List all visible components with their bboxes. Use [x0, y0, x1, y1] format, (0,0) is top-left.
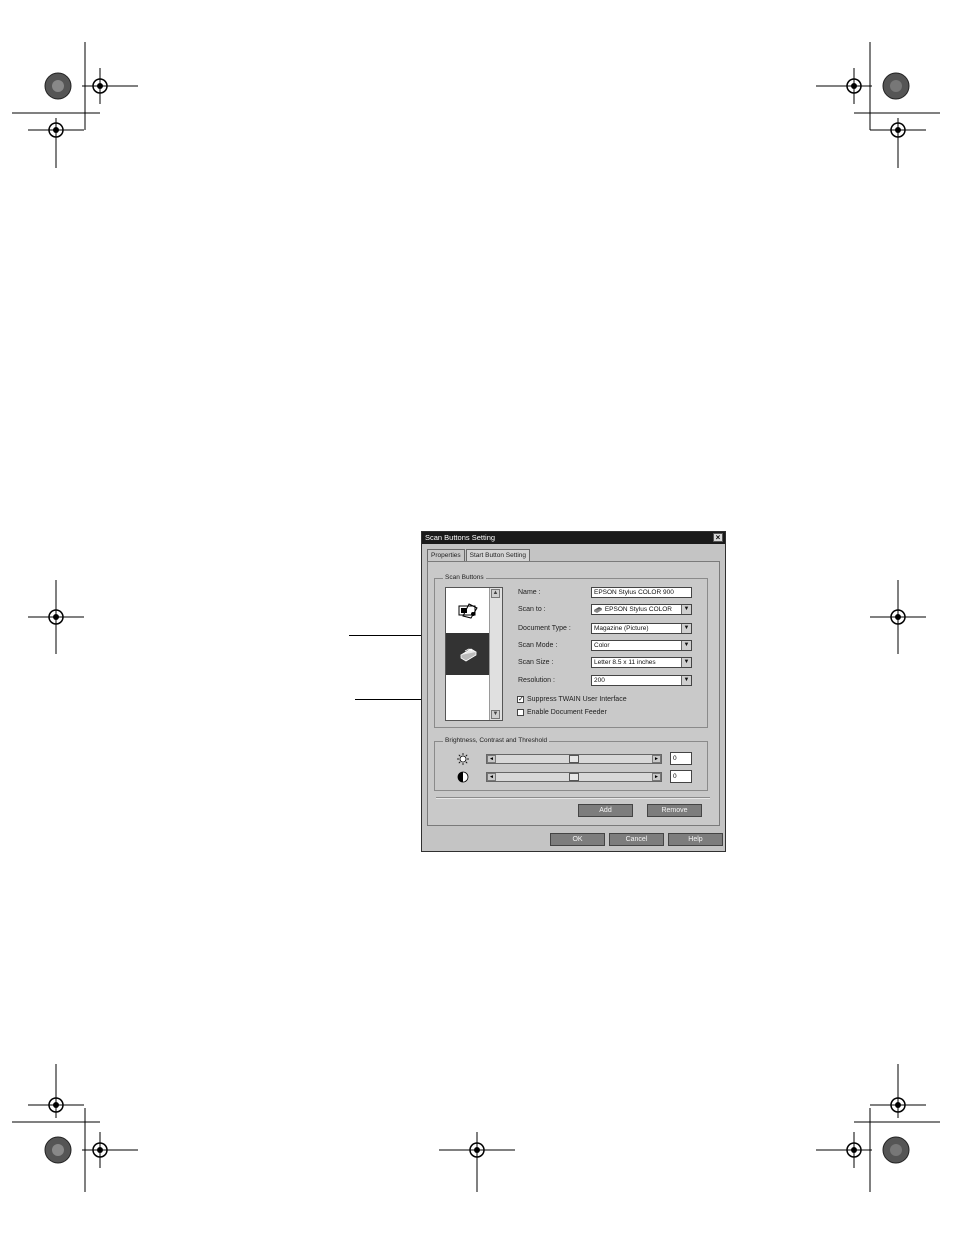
crop-mark-bottom-right: [800, 1060, 954, 1235]
chevron-down-icon[interactable]: ▼: [681, 624, 691, 633]
help-button[interactable]: Help: [668, 833, 723, 846]
brightness-contrast-group-title: Brightness, Contrast and Threshold: [443, 737, 550, 745]
tab-strip: Properties Start Button Setting: [427, 549, 531, 561]
crop-mark-top-left: [0, 0, 160, 170]
scan-to-select[interactable]: EPSON Stylus COLOR ▼: [591, 604, 692, 615]
contrast-icon: [457, 771, 469, 783]
list-scrollbar[interactable]: ▲ ▼: [489, 588, 502, 720]
tab-start-button-setting[interactable]: Start Button Setting: [465, 549, 530, 561]
list-scroll-up-button[interactable]: ▲: [491, 589, 500, 598]
close-icon: ×: [715, 533, 721, 542]
tab-properties[interactable]: Properties: [427, 549, 465, 561]
add-button[interactable]: Add: [578, 804, 633, 817]
brightness-slider[interactable]: ◄ ►: [486, 754, 662, 764]
chevron-down-icon[interactable]: ▼: [681, 605, 691, 614]
document-type-value: Magazine (Picture): [594, 625, 649, 632]
crop-mark-mid-left: [20, 578, 90, 658]
brightness-icon: [457, 753, 469, 765]
contrast-value-input[interactable]: 0: [670, 770, 692, 783]
resolution-value: 200: [594, 677, 605, 684]
scan-button-list[interactable]: ▲ ▼: [445, 587, 503, 721]
printer-icon: [460, 648, 477, 662]
enable-document-feeder-row[interactable]: Enable Document Feeder: [517, 709, 607, 716]
scan-size-select[interactable]: Letter 8.5 x 11 inches ▼: [591, 657, 692, 668]
crop-mark-bottom-center-icon: [439, 1132, 515, 1192]
list-item-scanner[interactable]: [446, 590, 490, 632]
contrast-slider[interactable]: ◄ ►: [486, 772, 662, 782]
brightness-left-arrow[interactable]: ◄: [487, 755, 496, 763]
enable-document-feeder-label: Enable Document Feeder: [527, 709, 607, 716]
scan-to-label: Scan to :: [518, 606, 546, 613]
crop-mark-mid-left-icon: [28, 580, 84, 654]
contrast-right-arrow[interactable]: ►: [652, 773, 661, 781]
suppress-twain-checkbox[interactable]: ✓: [517, 696, 524, 703]
scan-mode-value: Color: [594, 642, 610, 649]
scan-to-printer-icon: [594, 607, 602, 614]
scan-mode-select[interactable]: Color ▼: [591, 640, 692, 651]
close-button[interactable]: ×: [713, 533, 723, 542]
enable-document-feeder-checkbox[interactable]: [517, 709, 524, 716]
resolution-label: Resolution :: [518, 677, 555, 684]
scan-buttons-setting-dialog: Scan Buttons Setting × Properties Start …: [421, 531, 726, 852]
suppress-twain-checkbox-row[interactable]: ✓ Suppress TWAIN User Interface: [517, 696, 627, 703]
brightness-slider-thumb[interactable]: [569, 755, 579, 763]
crop-mark-mid-right-icon: [870, 580, 926, 654]
cancel-button[interactable]: Cancel: [609, 833, 664, 846]
list-item-printer[interactable]: [446, 633, 490, 675]
brightness-contrast-group: Brightness, Contrast and Threshold: [434, 737, 708, 791]
scan-size-value: Letter 8.5 x 11 inches: [594, 659, 656, 666]
dialog-title: Scan Buttons Setting: [425, 533, 496, 542]
crop-mark-top-right-icon: [816, 42, 940, 168]
dialog-titlebar: Scan Buttons Setting ×: [422, 532, 725, 544]
brightness-right-arrow[interactable]: ►: [652, 755, 661, 763]
contrast-left-arrow[interactable]: ◄: [487, 773, 496, 781]
panel-separator: [436, 797, 710, 799]
scan-buttons-group-title: Scan Buttons: [443, 574, 486, 582]
crop-mark-top-right: [800, 0, 954, 170]
brightness-value-input[interactable]: 0: [670, 752, 692, 765]
contrast-slider-thumb[interactable]: [569, 773, 579, 781]
crop-mark-mid-right: [862, 578, 932, 658]
scan-to-value: EPSON Stylus COLOR: [604, 606, 672, 613]
crop-mark-bottom-right-icon: [816, 1064, 940, 1192]
chevron-down-icon[interactable]: ▼: [681, 641, 691, 650]
suppress-twain-label: Suppress TWAIN User Interface: [527, 696, 627, 703]
ok-button[interactable]: OK: [550, 833, 605, 846]
document-type-select[interactable]: Magazine (Picture) ▼: [591, 623, 692, 634]
crop-mark-top-left-icon: [12, 42, 138, 168]
chevron-down-icon[interactable]: ▼: [681, 676, 691, 685]
scan-size-label: Scan Size :: [518, 659, 554, 666]
tab-panel-start-button-setting: Scan Buttons ▲ ▼ Name: EPSON Stylus COL…: [427, 561, 720, 826]
name-input[interactable]: EPSON Stylus COLOR 900: [591, 587, 692, 598]
scanner-image-icon: [458, 603, 478, 619]
scan-mode-label: Scan Mode :: [518, 642, 558, 649]
name-label: Name :: [518, 589, 541, 596]
list-scroll-down-button[interactable]: ▼: [491, 710, 500, 719]
remove-button[interactable]: Remove: [647, 804, 702, 817]
crop-mark-bottom-left-icon: [12, 1064, 138, 1192]
crop-mark-bottom-left: [0, 1060, 160, 1235]
crop-mark-bottom-center: [435, 1130, 520, 1195]
document-type-label: Document Type :: [518, 625, 571, 632]
resolution-select[interactable]: 200 ▼: [591, 675, 692, 686]
chevron-down-icon[interactable]: ▼: [681, 658, 691, 667]
